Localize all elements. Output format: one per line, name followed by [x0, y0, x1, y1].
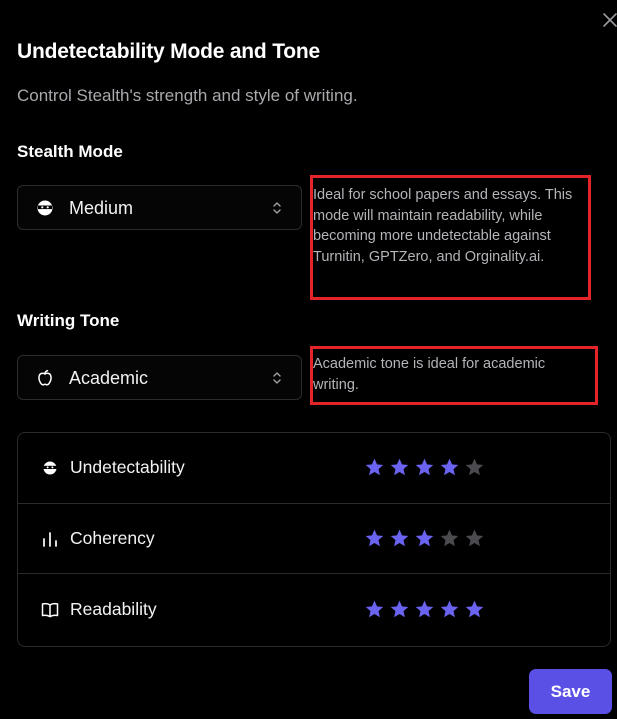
rating-row-readability: Readability	[18, 574, 610, 644]
save-button[interactable]: Save	[529, 669, 612, 714]
star-rating	[364, 457, 485, 478]
rating-label: Readability	[70, 599, 157, 619]
writing-tone-value: Academic	[69, 368, 149, 388]
dialog-title: Undetectability Mode and Tone	[17, 40, 320, 63]
book-open-icon	[41, 602, 59, 618]
ninja-icon	[37, 200, 53, 216]
star-empty-icon	[465, 529, 484, 547]
star-rating	[364, 599, 485, 620]
star-filled-icon	[415, 600, 434, 618]
stealth-mode-label: Stealth Mode	[17, 142, 123, 161]
star-filled-icon	[365, 458, 384, 476]
ninja-icon	[43, 461, 57, 475]
star-filled-icon	[415, 529, 434, 547]
rating-row-undetectability: Undetectability	[18, 433, 610, 504]
bar-chart-icon	[43, 532, 57, 547]
chevron-up-down-icon	[273, 372, 281, 384]
apple-icon	[38, 369, 52, 386]
highlight-box	[310, 346, 598, 405]
stealth-mode-value: Medium	[69, 198, 134, 218]
dialog-subtitle: Control Stealth's strength and style of …	[17, 86, 358, 105]
star-filled-icon	[390, 458, 409, 476]
close-icon[interactable]	[600, 10, 617, 30]
star-empty-icon	[465, 458, 484, 476]
star-rating	[364, 528, 485, 549]
writing-tone-label: Writing Tone	[17, 311, 120, 330]
star-filled-icon	[365, 600, 384, 618]
star-filled-icon	[415, 458, 434, 476]
rating-row-coherency: Coherency	[18, 503, 610, 574]
rating-label: Coherency	[70, 528, 155, 548]
star-filled-icon	[390, 529, 409, 547]
star-filled-icon	[440, 600, 459, 618]
star-filled-icon	[365, 529, 384, 547]
star-empty-icon	[440, 529, 459, 547]
rating-label: Undetectability	[70, 457, 185, 477]
highlight-box	[310, 175, 591, 300]
stealth-mode-select[interactable]: Medium	[17, 185, 302, 230]
star-filled-icon	[390, 600, 409, 618]
ratings-table: Undetectability Coherency Readability	[17, 432, 611, 647]
chevron-up-down-icon	[273, 202, 281, 214]
star-filled-icon	[465, 600, 484, 618]
writing-tone-select[interactable]: Academic	[17, 355, 302, 400]
star-filled-icon	[440, 458, 459, 476]
